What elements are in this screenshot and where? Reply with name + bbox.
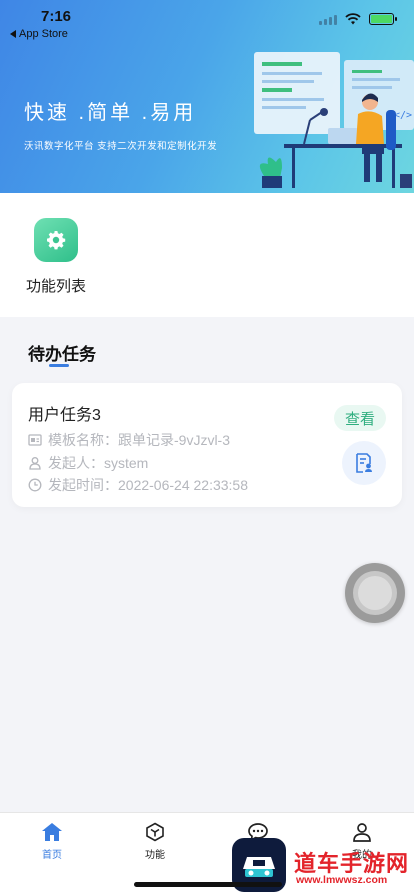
developer-illustration: </> (254, 52, 414, 188)
task-initiator-text: 发起人：system (48, 455, 149, 471)
cellular-signal-icon (319, 14, 337, 25)
watermark-url: www.lmwwsz.com (296, 874, 388, 886)
banner-slogan: 快速 .简单 .易用 (24, 102, 197, 124)
document-approval-icon (356, 453, 372, 473)
status-time: 7:16 (41, 8, 72, 25)
task-initiator-row: 发起人：system (28, 453, 148, 473)
task-time-row: 发起时间：2022-06-24 22:33:58 (28, 475, 248, 495)
banner-subtitle: 沃讯数字化平台 支持二次开发和定制化开发 (24, 141, 218, 152)
status-icons (319, 13, 397, 25)
gear-icon (34, 218, 78, 262)
task-card[interactable]: 用户任务3 模板名称：跟单记录-9vJzvl-3 发起人：system 发起时间… (12, 383, 402, 507)
template-icon (28, 434, 42, 446)
user-icon (353, 823, 371, 842)
cube-icon (146, 822, 164, 842)
clock-icon (28, 478, 42, 492)
function-list-label: 功能列表 (25, 278, 86, 295)
back-arrow-icon (10, 30, 16, 38)
task-template-text: 模板名称：跟单记录-9vJzvl-3 (48, 432, 231, 448)
hero-banner: 7:16 App Store 快速 .简单 .易用 沃讯数字化平台 支持二次开发… (0, 0, 414, 193)
task-time-text: 发起时间：2022-06-24 22:33:58 (48, 477, 248, 493)
back-link-label: App Store (19, 28, 68, 40)
home-indicator (134, 882, 282, 887)
person-icon (29, 457, 41, 470)
tab-functions[interactable]: 功能 (120, 821, 190, 861)
task-name: 用户任务3 (28, 407, 101, 424)
view-task-button[interactable]: 查看 (334, 405, 386, 431)
tab-functions-label: 功能 (145, 850, 165, 861)
svg-text:</>: </> (394, 110, 412, 121)
assistive-touch-button[interactable] (345, 563, 405, 623)
status-bar: 7:16 App Store (0, 0, 414, 44)
tab-home-label: 首页 (42, 850, 62, 861)
todo-title-underline (49, 364, 69, 367)
battery-icon (369, 13, 397, 25)
back-to-app-store-link[interactable]: App Store (10, 28, 68, 40)
task-approval-icon-wrap (342, 441, 386, 485)
wifi-icon (345, 13, 361, 25)
car-logo-icon (243, 857, 275, 877)
home-icon (42, 823, 62, 841)
function-list-entry[interactable]: 功能列表 (24, 218, 88, 296)
tab-home[interactable]: 首页 (17, 821, 87, 861)
todo-section-title: 待办任务 (28, 345, 96, 364)
function-section: 功能列表 (0, 193, 414, 317)
task-template-row: 模板名称：跟单记录-9vJzvl-3 (28, 430, 230, 450)
